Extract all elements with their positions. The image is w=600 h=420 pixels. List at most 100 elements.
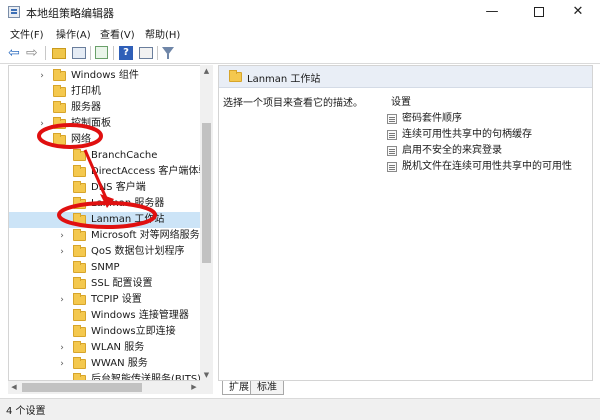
menu-file[interactable]: 文件(F) bbox=[10, 26, 44, 41]
tree-item[interactable]: Lanman 服务器 bbox=[9, 196, 204, 212]
maximize-button[interactable] bbox=[517, 0, 561, 24]
tree-item-label: 后台智能传送服务(BITS) bbox=[91, 374, 202, 381]
tree-item[interactable]: 后台智能传送服务(BITS) bbox=[9, 372, 204, 381]
tree-item[interactable]: ⌄ 网络 bbox=[9, 132, 204, 148]
tree-item[interactable]: 打印机 bbox=[9, 84, 204, 100]
tree-item[interactable]: DirectAccess 客户端体验设 bbox=[9, 164, 212, 180]
tree-item-label: Windows立即连接 bbox=[91, 326, 176, 337]
scroll-up-arrow-icon[interactable]: ▲ bbox=[200, 65, 213, 77]
tree-item[interactable]: › Windows 组件 bbox=[9, 68, 204, 84]
expand-chevron-icon[interactable]: › bbox=[57, 244, 67, 260]
title-bar: 本地组策略编辑器 — ✕ bbox=[0, 0, 600, 24]
expand-chevron-icon[interactable]: › bbox=[37, 68, 47, 84]
tree-item[interactable]: SSL 配置设置 bbox=[9, 276, 204, 292]
tree-item[interactable]: Windows立即连接 bbox=[9, 324, 204, 340]
expand-chevron-icon[interactable]: › bbox=[37, 116, 47, 132]
show-hide-tree-icon[interactable] bbox=[72, 47, 86, 59]
folder-icon bbox=[53, 85, 66, 97]
tree-item-label: SSL 配置设置 bbox=[91, 278, 153, 289]
setting-item[interactable]: 启用不安全的来宾登录 bbox=[387, 143, 592, 159]
setting-label: 启用不安全的来宾登录 bbox=[402, 145, 502, 156]
menu-bar: 文件(F) 操作(A) 查看(V) 帮助(H) bbox=[0, 24, 600, 42]
folder-icon bbox=[229, 70, 242, 82]
settings-column-header[interactable]: 设置 bbox=[391, 93, 411, 108]
view-tabs: 扩展 标准 bbox=[218, 381, 593, 395]
scroll-right-arrow-icon[interactable]: ▶ bbox=[188, 381, 200, 394]
expand-chevron-icon[interactable]: ⌄ bbox=[37, 132, 47, 148]
scroll-thumb[interactable] bbox=[202, 123, 211, 263]
back-arrow-icon[interactable]: ⇦ bbox=[8, 45, 24, 61]
close-button[interactable]: ✕ bbox=[556, 0, 600, 24]
policy-tree[interactable]: › Windows 组件 打印机服务器 › 控制面板 ⌄ 网络 BranchCache Dire… bbox=[8, 65, 213, 381]
properties-icon[interactable] bbox=[139, 47, 153, 59]
details-pane: Lanman 工作站 选择一个项目来查看它的描述。 设置 密码套件顺序 连续可用性… bbox=[218, 65, 593, 381]
export-list-icon[interactable] bbox=[95, 46, 108, 59]
tree-item-label: SNMP bbox=[91, 262, 120, 273]
expand-chevron-icon[interactable]: › bbox=[57, 292, 67, 308]
folder-icon bbox=[73, 165, 86, 177]
tree-vertical-scrollbar[interactable]: ▲ ▼ bbox=[200, 65, 213, 381]
folder-icon bbox=[53, 133, 66, 145]
minimize-button[interactable]: — bbox=[470, 0, 514, 24]
folder-icon bbox=[73, 261, 86, 273]
tree-item[interactable]: SNMP bbox=[9, 260, 204, 276]
expand-chevron-icon[interactable]: › bbox=[57, 228, 67, 244]
setting-item[interactable]: 连续可用性共享中的句柄缓存 bbox=[387, 127, 592, 143]
tree-item[interactable]: Windows 连接管理器 bbox=[9, 308, 204, 324]
setting-item[interactable]: 脱机文件在连续可用性共享中的可用性 bbox=[387, 159, 592, 175]
tree-item-label: Microsoft 对等网络服务 bbox=[91, 230, 200, 241]
tree-item[interactable]: › QoS 数据包计划程序 bbox=[9, 244, 204, 260]
tree-item[interactable]: 服务器 bbox=[9, 100, 204, 116]
expand-chevron-icon[interactable]: › bbox=[57, 356, 67, 372]
folder-icon bbox=[73, 293, 86, 305]
status-text: 4 个设置 bbox=[6, 406, 46, 417]
tree-item[interactable]: Lanman 工作站 bbox=[9, 212, 204, 228]
toolbar-separator bbox=[157, 46, 158, 60]
tree-item[interactable]: BranchCache bbox=[9, 148, 204, 164]
toolbar-separator bbox=[90, 46, 91, 60]
tree-item[interactable]: DNS 客户端 bbox=[9, 180, 204, 196]
details-header: Lanman 工作站 bbox=[219, 66, 592, 88]
folder-icon bbox=[53, 101, 66, 113]
up-folder-icon[interactable] bbox=[52, 48, 66, 59]
description-text: 选择一个项目来查看它的描述。 bbox=[223, 98, 363, 109]
tab-standard[interactable]: 标准 bbox=[250, 381, 284, 395]
menu-view[interactable]: 查看(V) bbox=[100, 26, 135, 41]
status-bar: 4 个设置 bbox=[0, 398, 600, 420]
folder-icon bbox=[73, 357, 86, 369]
setting-item[interactable]: 密码套件顺序 bbox=[387, 111, 592, 127]
tree-item[interactable]: › Microsoft 对等网络服务 bbox=[9, 228, 204, 244]
tree-item-label: Lanman 服务器 bbox=[91, 198, 165, 209]
folder-icon bbox=[73, 325, 86, 337]
menu-help[interactable]: 帮助(H) bbox=[145, 26, 180, 41]
scroll-down-arrow-icon[interactable]: ▼ bbox=[200, 369, 213, 381]
tree-item-label: DNS 客户端 bbox=[91, 182, 146, 193]
toolbar-separator bbox=[45, 46, 46, 60]
tree-item[interactable]: › WWAN 服务 bbox=[9, 356, 204, 372]
scroll-thumb[interactable] bbox=[22, 383, 142, 392]
tree-horizontal-scrollbar[interactable]: ◀ ▶ bbox=[8, 381, 213, 394]
scroll-left-arrow-icon[interactable]: ◀ bbox=[8, 381, 20, 394]
tree-item[interactable]: › TCPIP 设置 bbox=[9, 292, 204, 308]
tree-item-label: 打印机 bbox=[71, 86, 101, 97]
expand-chevron-icon[interactable]: › bbox=[57, 340, 67, 356]
folder-icon bbox=[73, 181, 86, 193]
tree-item-label: DirectAccess 客户端体验设 bbox=[91, 166, 213, 177]
tree-item[interactable]: › 控制面板 bbox=[9, 116, 204, 132]
menu-action[interactable]: 操作(A) bbox=[56, 26, 91, 41]
maximize-icon bbox=[534, 6, 544, 17]
tree-item[interactable]: › WLAN 服务 bbox=[9, 340, 204, 356]
help-icon[interactable]: ? bbox=[119, 46, 133, 60]
forward-arrow-icon[interactable]: ⇨ bbox=[26, 45, 42, 61]
tree-item-label: Windows 组件 bbox=[71, 70, 139, 81]
tree-item-label: 网络 bbox=[71, 134, 91, 145]
filter-icon[interactable] bbox=[162, 47, 174, 59]
